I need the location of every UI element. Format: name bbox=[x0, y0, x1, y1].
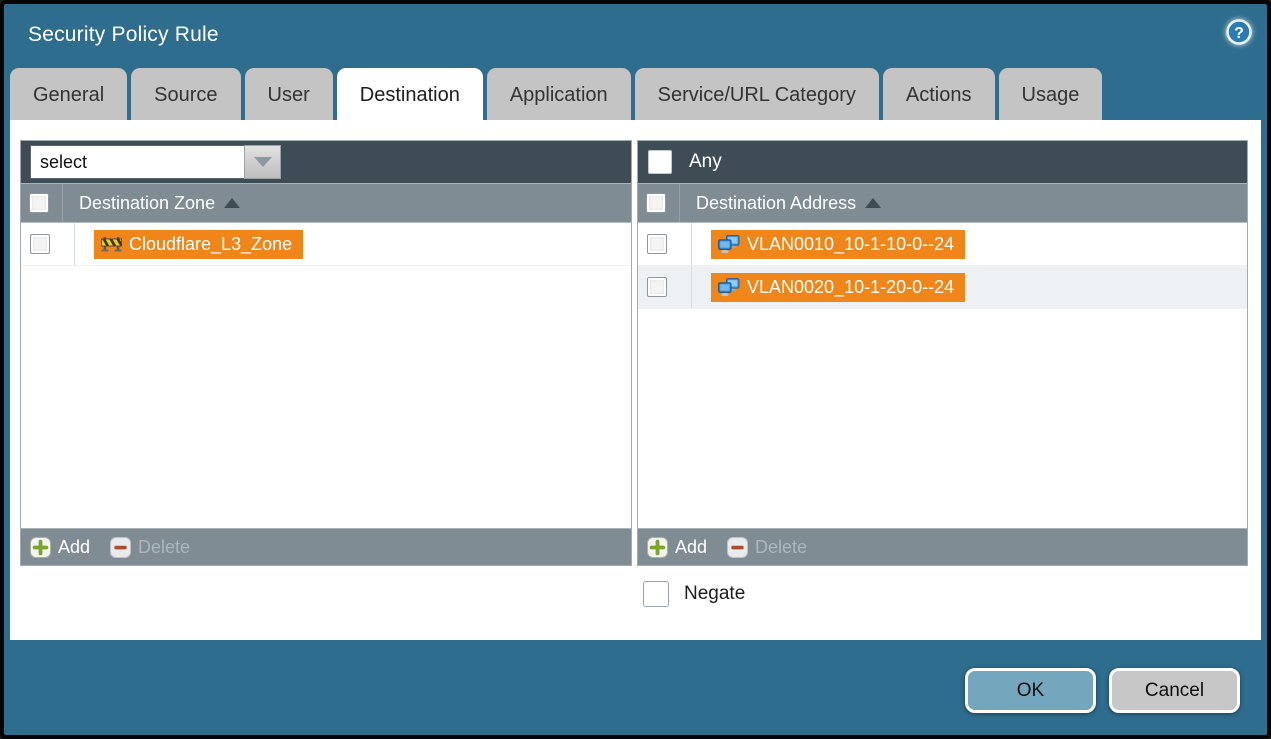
address-entry-label: VLAN0020_10-1-20-0--24 bbox=[747, 277, 954, 298]
zone-icon bbox=[101, 236, 122, 252]
svg-text:?: ? bbox=[1234, 25, 1244, 42]
tab-actions[interactable]: Actions bbox=[883, 68, 995, 120]
zone-select-all-checkbox[interactable] bbox=[29, 193, 49, 213]
address-add-label: Add bbox=[675, 537, 707, 558]
address-delete-button[interactable]: Delete bbox=[727, 537, 807, 558]
sort-ascending-icon[interactable] bbox=[224, 198, 240, 208]
question-mark-icon: ? bbox=[1224, 17, 1254, 47]
address-delete-label: Delete bbox=[755, 537, 807, 558]
tab-application[interactable]: Application bbox=[487, 68, 631, 120]
address-row-checkbox[interactable] bbox=[647, 234, 667, 254]
tab-bar: General Source User Destination Applicat… bbox=[10, 68, 1102, 120]
column-divider bbox=[62, 184, 63, 222]
address-icon bbox=[718, 235, 740, 254]
zone-filter-dropdown-button[interactable] bbox=[244, 145, 281, 179]
zone-add-label: Add bbox=[58, 537, 90, 558]
any-checkbox[interactable] bbox=[648, 150, 672, 174]
address-column-label: Destination Address bbox=[696, 193, 856, 214]
tab-destination[interactable]: Destination bbox=[337, 68, 483, 120]
zone-entry[interactable]: Cloudflare_L3_Zone bbox=[94, 230, 303, 259]
zone-add-button[interactable]: Add bbox=[30, 537, 90, 558]
cancel-button[interactable]: Cancel bbox=[1109, 668, 1240, 713]
zone-entry-label: Cloudflare_L3_Zone bbox=[129, 234, 292, 255]
tab-source[interactable]: Source bbox=[131, 68, 240, 120]
address-panel-toolbar: Any bbox=[638, 141, 1247, 183]
row-checkbox-cell bbox=[638, 223, 692, 265]
dialog-title: Security Policy Rule bbox=[28, 23, 219, 47]
chevron-down-icon bbox=[254, 157, 272, 167]
tab-general[interactable]: General bbox=[10, 68, 127, 120]
security-policy-rule-dialog: Security Policy Rule ? General Source Us… bbox=[0, 0, 1271, 739]
delete-icon bbox=[110, 537, 131, 558]
address-list: VLAN0010_10-1-10-0--24 bbox=[638, 223, 1247, 528]
add-icon bbox=[647, 537, 668, 558]
any-label: Any bbox=[689, 151, 722, 173]
row-checkbox-cell bbox=[638, 266, 692, 308]
row-checkbox-cell bbox=[21, 223, 75, 265]
address-select-all-checkbox[interactable] bbox=[646, 193, 666, 213]
address-row-checkbox[interactable] bbox=[647, 277, 667, 297]
negate-option: Negate bbox=[643, 581, 745, 607]
add-icon bbox=[30, 537, 51, 558]
zone-delete-label: Delete bbox=[138, 537, 190, 558]
negate-label: Negate bbox=[684, 583, 745, 605]
address-panel-footer: Add Delete bbox=[638, 528, 1247, 565]
table-row: Cloudflare_L3_Zone bbox=[21, 223, 631, 266]
tab-service-url-category[interactable]: Service/URL Category bbox=[635, 68, 879, 120]
tab-user[interactable]: User bbox=[245, 68, 333, 120]
zone-delete-button[interactable]: Delete bbox=[110, 537, 190, 558]
zone-column-header: Destination Zone bbox=[21, 183, 631, 223]
help-icon[interactable]: ? bbox=[1224, 17, 1254, 47]
address-entry[interactable]: VLAN0020_10-1-20-0--24 bbox=[711, 273, 965, 302]
dialog-titlebar: Security Policy Rule ? bbox=[4, 4, 1267, 66]
zone-panel-footer: Add Delete bbox=[21, 528, 631, 565]
ok-button[interactable]: OK bbox=[965, 668, 1096, 713]
address-column-header: Destination Address bbox=[638, 183, 1247, 223]
dialog-action-bar: OK Cancel bbox=[965, 668, 1240, 713]
zone-filter-combo bbox=[30, 145, 281, 179]
destination-address-panel: Any Destination Address bbox=[637, 140, 1248, 566]
zone-column-label: Destination Zone bbox=[79, 193, 215, 214]
address-icon bbox=[718, 278, 740, 297]
address-add-button[interactable]: Add bbox=[647, 537, 707, 558]
tab-usage[interactable]: Usage bbox=[999, 68, 1103, 120]
column-divider bbox=[679, 184, 680, 222]
zone-list: Cloudflare_L3_Zone bbox=[21, 223, 631, 528]
sort-ascending-icon[interactable] bbox=[865, 198, 881, 208]
delete-icon bbox=[727, 537, 748, 558]
table-row: VLAN0020_10-1-20-0--24 bbox=[638, 266, 1247, 309]
negate-checkbox[interactable] bbox=[643, 581, 669, 607]
destination-zone-panel: Destination Zone bbox=[20, 140, 632, 566]
zone-filter-input[interactable] bbox=[30, 145, 244, 179]
address-entry-label: VLAN0010_10-1-10-0--24 bbox=[747, 234, 954, 255]
table-row: VLAN0010_10-1-10-0--24 bbox=[638, 223, 1247, 266]
destination-tab-content: Destination Zone bbox=[10, 120, 1261, 640]
zone-panel-toolbar bbox=[21, 141, 631, 183]
address-entry[interactable]: VLAN0010_10-1-10-0--24 bbox=[711, 230, 965, 259]
zone-row-checkbox[interactable] bbox=[30, 234, 50, 254]
